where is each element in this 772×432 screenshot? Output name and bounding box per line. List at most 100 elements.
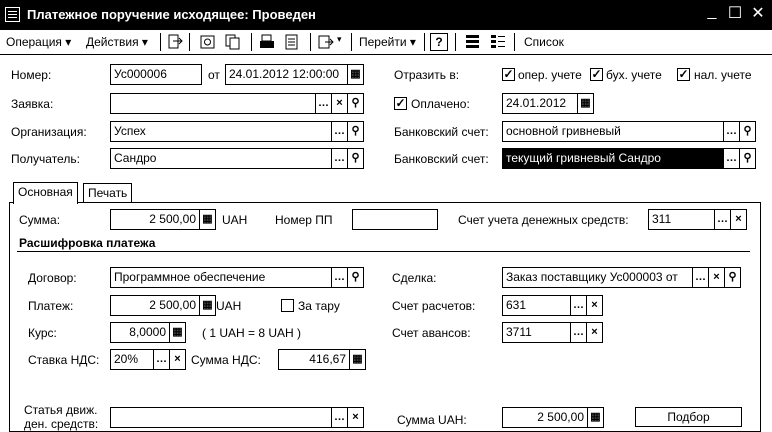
organization-search-icon[interactable]: ⚲ (347, 121, 364, 142)
toolbar-separator (310, 33, 311, 51)
advance-account-clear-button[interactable]: × (586, 322, 603, 343)
sum-field[interactable]: 2 500,00 (110, 209, 200, 230)
pp-number-field[interactable] (352, 209, 438, 230)
organization-select-button[interactable]: … (331, 121, 348, 142)
cash-account-clear-button[interactable]: × (730, 209, 747, 230)
deal-select-button[interactable]: … (692, 267, 709, 288)
recipient-bank-account-label: Банковский счет: (394, 152, 489, 166)
toolbar-separator (455, 33, 456, 51)
cash-flow-item-select-button[interactable]: … (331, 407, 348, 428)
buh-accounting-checkbox[interactable]: ✓ (590, 68, 603, 81)
chevron-down-icon[interactable]: ▾ (337, 34, 342, 45)
tare-label: За тару (298, 299, 340, 313)
payment-field[interactable]: 2 500,00 (110, 295, 200, 316)
tab-print[interactable]: Печать (83, 183, 133, 203)
calculator-icon[interactable]: ▦ (199, 295, 216, 316)
settlement-account-select-button[interactable]: … (570, 295, 587, 316)
post-document-icon[interactable] (166, 33, 184, 51)
toolbar: Операция ▾ Действия ▾ ▾ Перейти ▾ ? Спис… (0, 30, 772, 55)
request-clear-button[interactable]: × (331, 93, 348, 114)
copy-document-icon[interactable] (224, 33, 242, 51)
cash-flow-item-clear-button[interactable]: × (347, 407, 364, 428)
bank-account-label: Банковский счет: (394, 125, 489, 139)
advance-account-label: Счет авансов: (392, 326, 471, 340)
recipient-bank-account-select-button[interactable]: … (723, 148, 740, 169)
reflect-label: Отразить в: (394, 68, 460, 82)
deal-label: Сделка: (392, 271, 437, 285)
bank-account-field[interactable]: основной гривневый (502, 121, 724, 142)
paid-checkbox[interactable]: ✓ (394, 97, 407, 110)
settlement-account-field[interactable]: 631 (502, 295, 571, 316)
select-button[interactable]: Подбор (635, 407, 742, 427)
deal-field[interactable]: Заказ поставщику Ус000003 от (502, 267, 693, 288)
calendar-icon[interactable]: ▦ (577, 93, 594, 114)
tab-main[interactable]: Основная (13, 182, 78, 204)
recipient-search-icon[interactable]: ⚲ (347, 148, 364, 169)
tare-checkbox[interactable] (281, 299, 294, 312)
contract-search-icon[interactable]: ⚲ (347, 267, 364, 288)
from-label: от (208, 68, 220, 82)
based-on-icon[interactable] (317, 33, 335, 51)
advance-account-field[interactable]: 3711 (502, 322, 571, 343)
bank-account-select-button[interactable]: … (723, 121, 740, 142)
tax-accounting-checkbox[interactable]: ✓ (677, 68, 690, 81)
organization-field[interactable]: Успех (110, 121, 332, 142)
recipient-bank-account-field[interactable]: текущий гривневый Сандро (502, 148, 724, 169)
toolbar-separator (351, 33, 352, 51)
paid-date-field[interactable]: 24.01.2012 (502, 93, 578, 114)
sum-currency: UAH (222, 213, 248, 227)
oper-accounting-checkbox[interactable]: ✓ (502, 68, 515, 81)
contract-field[interactable]: Программное обеспечение (110, 267, 332, 288)
recipient-field[interactable]: Сандро (110, 148, 332, 169)
calendar-icon[interactable]: ▦ (347, 64, 364, 85)
deal-clear-button[interactable]: × (708, 267, 725, 288)
actions-menu[interactable]: Действия ▾ (86, 35, 148, 49)
calculator-icon[interactable]: ▦ (349, 349, 366, 370)
cash-account-select-button[interactable]: … (714, 209, 731, 230)
close-button[interactable]: ✕ (750, 6, 766, 22)
maximize-button[interactable]: ☐ (727, 6, 743, 22)
recipient-label: Получатель: (11, 152, 80, 166)
payment-breakdown-title: Расшифровка платежа (19, 236, 156, 250)
calculator-icon[interactable]: ▦ (169, 322, 186, 343)
advance-account-select-button[interactable]: … (570, 322, 587, 343)
settlement-account-clear-button[interactable]: × (586, 295, 603, 316)
request-field[interactable] (110, 93, 316, 114)
vat-sum-field[interactable]: 416,67 (278, 349, 350, 370)
rate-field[interactable]: 8,0000 (110, 322, 170, 343)
operation-menu[interactable]: Операция ▾ (6, 35, 71, 49)
goto-menu[interactable]: Перейти ▾ (359, 35, 416, 49)
minimize-button[interactable]: _ (704, 4, 720, 20)
contract-select-button[interactable]: … (331, 267, 348, 288)
sum-uah-label: Сумма UAH: (397, 413, 467, 427)
cash-flow-item-field[interactable] (110, 407, 332, 428)
payment-currency: UAH (216, 299, 242, 313)
request-select-button[interactable]: … (315, 93, 332, 114)
title-bar: Платежное поручение исходящее: Проведен … (0, 0, 772, 30)
calculator-icon[interactable]: ▦ (587, 407, 604, 428)
vat-rate-select-button[interactable]: … (153, 349, 170, 370)
cash-account-field[interactable]: 311 (648, 209, 715, 230)
number-field[interactable]: Ус000006 (110, 64, 202, 85)
list-button[interactable]: Список (524, 35, 564, 49)
subordinate-icon[interactable] (489, 33, 507, 51)
cash-account-label: Счет учета денежных средств: (458, 213, 629, 227)
refresh-icon[interactable] (199, 33, 217, 51)
report-icon[interactable] (283, 33, 301, 51)
recipient-bank-account-search-icon[interactable]: ⚲ (739, 148, 756, 169)
help-icon[interactable]: ? (430, 33, 448, 51)
request-search-icon[interactable]: ⚲ (347, 93, 364, 114)
calculator-icon[interactable]: ▦ (199, 209, 216, 230)
print-icon[interactable] (258, 33, 276, 51)
sum-uah-field[interactable]: 2 500,00 (502, 407, 588, 428)
structure-icon[interactable] (464, 33, 482, 51)
bank-account-search-icon[interactable]: ⚲ (739, 121, 756, 142)
date-field[interactable]: 24.01.2012 12:00:00 (225, 64, 348, 85)
vat-rate-clear-button[interactable]: × (169, 349, 186, 370)
vat-rate-field[interactable]: 20% (110, 349, 154, 370)
deal-search-icon[interactable]: ⚲ (724, 267, 741, 288)
recipient-select-button[interactable]: … (331, 148, 348, 169)
sum-label: Сумма: (19, 213, 61, 227)
cash-flow-item-label-2: ден. средств: (24, 417, 99, 431)
rate-label: Курс: (28, 326, 57, 340)
